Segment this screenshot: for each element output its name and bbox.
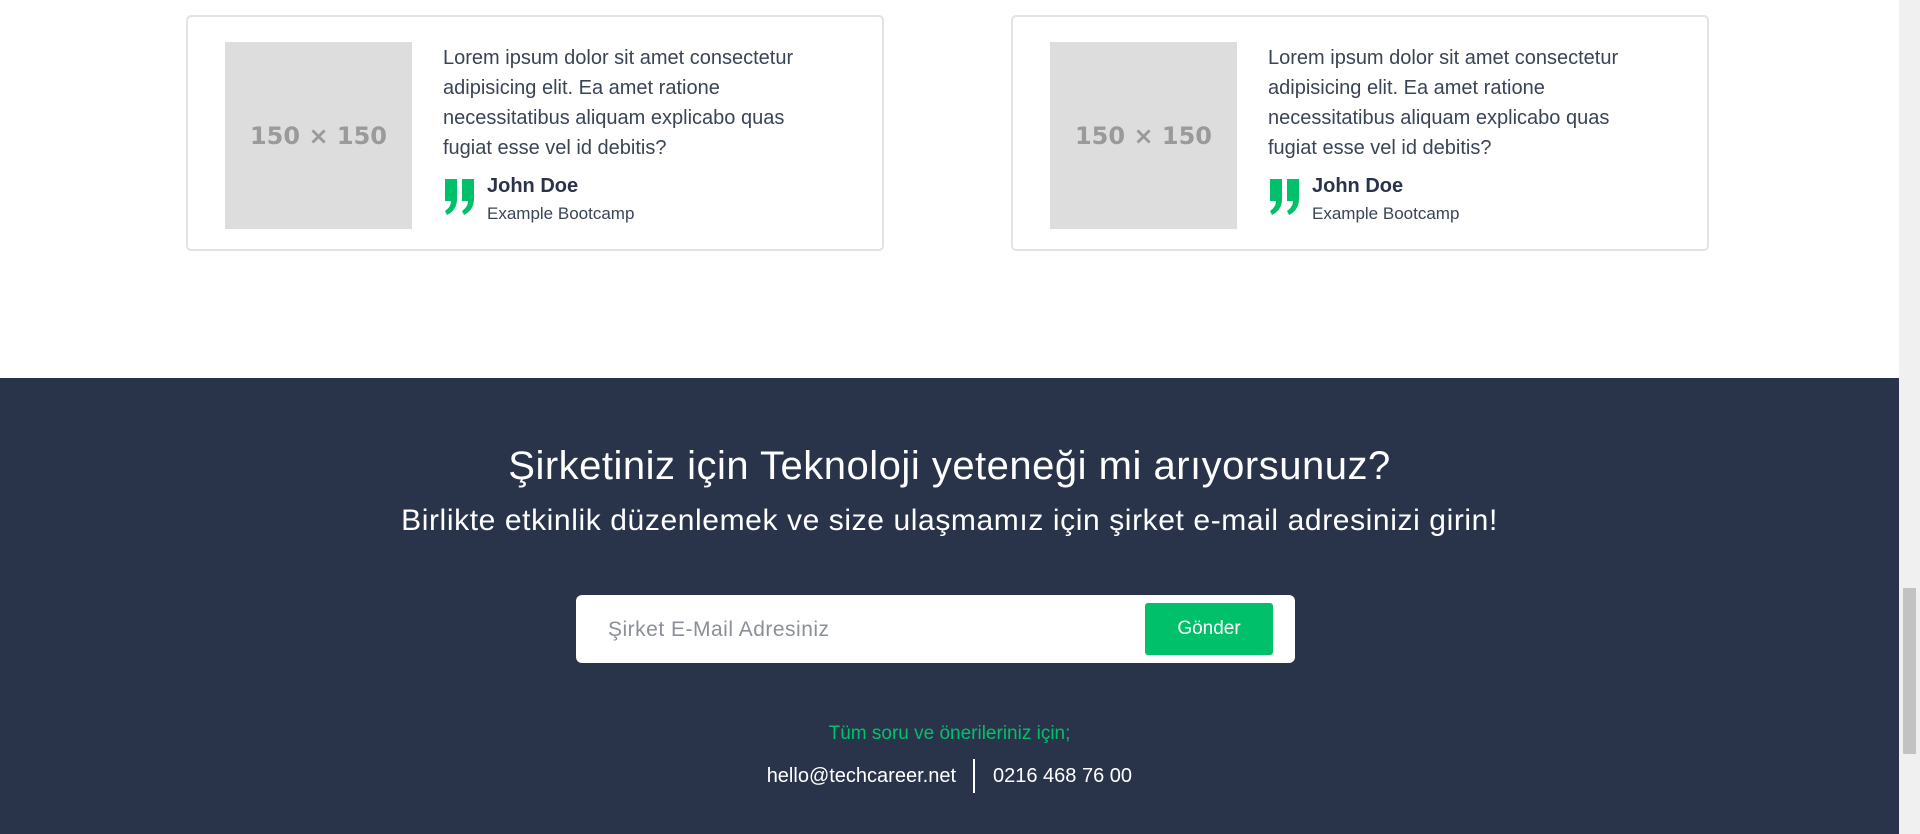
cta-title: Şirketiniz için Teknoloji yeteneği mi ar… <box>508 444 1391 488</box>
cta-subtitle: Birlikte etkinlik düzenlemek ve size ula… <box>401 504 1498 537</box>
quote-icon <box>1270 179 1299 215</box>
avatar-placeholder: 150 × 150 <box>225 42 412 229</box>
author-name: John Doe <box>487 175 579 197</box>
author-organization: Example Bootcamp <box>1312 204 1460 223</box>
contact-divider <box>973 759 975 793</box>
contact-phone-link[interactable]: 0216 468 76 00 <box>993 765 1132 788</box>
company-cta-section: Şirketiniz için Teknoloji yeteneği mi ar… <box>0 378 1899 834</box>
testimonial-quote: Lorem ipsum dolor sit amet consectetur a… <box>1268 47 1619 159</box>
avatar-placeholder: 150 × 150 <box>1050 42 1237 229</box>
page-scrollbar[interactable] <box>1899 0 1920 834</box>
testimonial-quote: Lorem ipsum dolor sit amet consectetur a… <box>443 47 794 159</box>
testimonial-card: 150 × 150 Lorem ipsum dolor sit amet con… <box>1011 15 1709 251</box>
email-form: Gönder <box>576 595 1295 663</box>
contact-label: Tüm soru ve önerileriniz için; <box>828 723 1071 744</box>
scrollbar-thumb[interactable] <box>1903 588 1916 754</box>
testimonial-card: 150 × 150 Lorem ipsum dolor sit amet con… <box>186 15 884 251</box>
send-button[interactable]: Gönder <box>1145 603 1273 655</box>
author-name: John Doe <box>1312 175 1404 197</box>
contact-email-link[interactable]: hello@techcareer.net <box>767 765 956 788</box>
company-email-input[interactable] <box>606 605 1110 655</box>
testimonials-section: 150 × 150 Lorem ipsum dolor sit amet con… <box>0 0 1899 378</box>
author-organization: Example Bootcamp <box>487 204 635 223</box>
quote-icon <box>445 179 474 215</box>
contact-info: hello@techcareer.net 0216 468 76 00 <box>0 759 1899 793</box>
